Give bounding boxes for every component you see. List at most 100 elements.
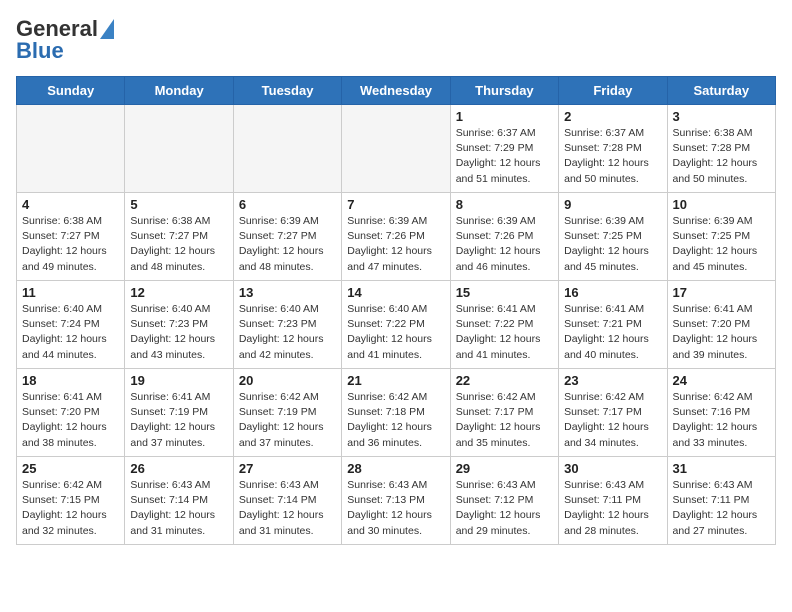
calendar-table: SundayMondayTuesdayWednesdayThursdayFrid…	[16, 76, 776, 545]
day-info: Sunrise: 6:40 AMSunset: 7:23 PMDaylight:…	[130, 302, 227, 363]
day-cell: 7 Sunrise: 6:39 AMSunset: 7:26 PMDaylight…	[342, 193, 450, 281]
day-info: Sunrise: 6:43 AMSunset: 7:14 PMDaylight:…	[130, 478, 227, 539]
day-info: Sunrise: 6:39 AMSunset: 7:25 PMDaylight:…	[564, 214, 661, 275]
day-number: 23	[564, 373, 661, 388]
day-number: 19	[130, 373, 227, 388]
day-cell: 30 Sunrise: 6:43 AMSunset: 7:11 PMDayligh…	[559, 457, 667, 545]
col-header-wednesday: Wednesday	[342, 77, 450, 105]
day-number: 9	[564, 197, 661, 212]
col-header-monday: Monday	[125, 77, 233, 105]
day-cell: 11 Sunrise: 6:40 AMSunset: 7:24 PMDayligh…	[17, 281, 125, 369]
day-info: Sunrise: 6:41 AMSunset: 7:21 PMDaylight:…	[564, 302, 661, 363]
day-number: 28	[347, 461, 444, 476]
day-info: Sunrise: 6:40 AMSunset: 7:22 PMDaylight:…	[347, 302, 444, 363]
day-info: Sunrise: 6:41 AMSunset: 7:20 PMDaylight:…	[673, 302, 770, 363]
day-cell: 14 Sunrise: 6:40 AMSunset: 7:22 PMDayligh…	[342, 281, 450, 369]
day-info: Sunrise: 6:41 AMSunset: 7:20 PMDaylight:…	[22, 390, 119, 451]
day-info: Sunrise: 6:37 AMSunset: 7:29 PMDaylight:…	[456, 126, 553, 187]
col-header-thursday: Thursday	[450, 77, 558, 105]
day-info: Sunrise: 6:38 AMSunset: 7:27 PMDaylight:…	[130, 214, 227, 275]
day-cell: 21 Sunrise: 6:42 AMSunset: 7:18 PMDayligh…	[342, 369, 450, 457]
day-number: 4	[22, 197, 119, 212]
day-number: 30	[564, 461, 661, 476]
day-cell: 24 Sunrise: 6:42 AMSunset: 7:16 PMDayligh…	[667, 369, 775, 457]
day-number: 16	[564, 285, 661, 300]
day-number: 17	[673, 285, 770, 300]
day-number: 6	[239, 197, 336, 212]
day-number: 13	[239, 285, 336, 300]
day-cell: 10Sunrise: 6:39 AMSunset: 7:25 PMDayligh…	[667, 193, 775, 281]
day-info: Sunrise: 6:37 AMSunset: 7:28 PMDaylight:…	[564, 126, 661, 187]
day-cell: 29Sunrise: 6:43 AMSunset: 7:12 PMDayligh…	[450, 457, 558, 545]
day-info: Sunrise: 6:39 AMSunset: 7:26 PMDaylight:…	[347, 214, 444, 275]
day-info: Sunrise: 6:38 AMSunset: 7:28 PMDaylight:…	[673, 126, 770, 187]
day-cell: 28 Sunrise: 6:43 AMSunset: 7:13 PMDayligh…	[342, 457, 450, 545]
day-info: Sunrise: 6:43 AMSunset: 7:14 PMDaylight:…	[239, 478, 336, 539]
day-cell: 18 Sunrise: 6:41 AMSunset: 7:20 PMDayligh…	[17, 369, 125, 457]
day-cell: 15Sunrise: 6:41 AMSunset: 7:22 PMDayligh…	[450, 281, 558, 369]
day-cell	[17, 105, 125, 193]
day-number: 2	[564, 109, 661, 124]
day-number: 20	[239, 373, 336, 388]
day-cell: 2 Sunrise: 6:37 AMSunset: 7:28 PMDaylight…	[559, 105, 667, 193]
day-number: 11	[22, 285, 119, 300]
day-cell: 4 Sunrise: 6:38 AMSunset: 7:27 PMDaylight…	[17, 193, 125, 281]
day-info: Sunrise: 6:43 AMSunset: 7:11 PMDaylight:…	[673, 478, 770, 539]
col-header-tuesday: Tuesday	[233, 77, 341, 105]
col-header-saturday: Saturday	[667, 77, 775, 105]
day-number: 8	[456, 197, 553, 212]
week-row-3: 11 Sunrise: 6:40 AMSunset: 7:24 PMDayligh…	[17, 281, 776, 369]
day-number: 22	[456, 373, 553, 388]
day-number: 26	[130, 461, 227, 476]
day-number: 25	[22, 461, 119, 476]
day-cell: 6 Sunrise: 6:39 AMSunset: 7:27 PMDaylight…	[233, 193, 341, 281]
day-number: 7	[347, 197, 444, 212]
logo-blue: Blue	[16, 38, 64, 64]
day-info: Sunrise: 6:39 AMSunset: 7:27 PMDaylight:…	[239, 214, 336, 275]
day-info: Sunrise: 6:42 AMSunset: 7:17 PMDaylight:…	[564, 390, 661, 451]
day-info: Sunrise: 6:43 AMSunset: 7:11 PMDaylight:…	[564, 478, 661, 539]
day-cell: 5 Sunrise: 6:38 AMSunset: 7:27 PMDaylight…	[125, 193, 233, 281]
day-cell: 19 Sunrise: 6:41 AMSunset: 7:19 PMDayligh…	[125, 369, 233, 457]
day-info: Sunrise: 6:43 AMSunset: 7:13 PMDaylight:…	[347, 478, 444, 539]
day-cell: 13 Sunrise: 6:40 AMSunset: 7:23 PMDayligh…	[233, 281, 341, 369]
day-cell: 26 Sunrise: 6:43 AMSunset: 7:14 PMDayligh…	[125, 457, 233, 545]
day-cell: 12Sunrise: 6:40 AMSunset: 7:23 PMDayligh…	[125, 281, 233, 369]
day-number: 3	[673, 109, 770, 124]
day-info: Sunrise: 6:39 AMSunset: 7:26 PMDaylight:…	[456, 214, 553, 275]
day-cell: 17 Sunrise: 6:41 AMSunset: 7:20 PMDayligh…	[667, 281, 775, 369]
day-info: Sunrise: 6:40 AMSunset: 7:24 PMDaylight:…	[22, 302, 119, 363]
day-info: Sunrise: 6:41 AMSunset: 7:19 PMDaylight:…	[130, 390, 227, 451]
day-number: 10	[673, 197, 770, 212]
day-cell: 31 Sunrise: 6:43 AMSunset: 7:11 PMDayligh…	[667, 457, 775, 545]
day-cell: 9 Sunrise: 6:39 AMSunset: 7:25 PMDaylight…	[559, 193, 667, 281]
day-number: 14	[347, 285, 444, 300]
week-row-5: 25 Sunrise: 6:42 AMSunset: 7:15 PMDayligh…	[17, 457, 776, 545]
week-row-4: 18 Sunrise: 6:41 AMSunset: 7:20 PMDayligh…	[17, 369, 776, 457]
day-info: Sunrise: 6:42 AMSunset: 7:16 PMDaylight:…	[673, 390, 770, 451]
logo: General Blue	[16, 16, 114, 64]
day-cell: 23 Sunrise: 6:42 AMSunset: 7:17 PMDayligh…	[559, 369, 667, 457]
day-info: Sunrise: 6:40 AMSunset: 7:23 PMDaylight:…	[239, 302, 336, 363]
day-cell: 1 Sunrise: 6:37 AMSunset: 7:29 PMDaylight…	[450, 105, 558, 193]
header: General Blue	[16, 16, 776, 64]
day-cell: 27Sunrise: 6:43 AMSunset: 7:14 PMDayligh…	[233, 457, 341, 545]
week-row-2: 4 Sunrise: 6:38 AMSunset: 7:27 PMDaylight…	[17, 193, 776, 281]
day-info: Sunrise: 6:42 AMSunset: 7:15 PMDaylight:…	[22, 478, 119, 539]
day-number: 21	[347, 373, 444, 388]
day-number: 1	[456, 109, 553, 124]
day-cell: 20Sunrise: 6:42 AMSunset: 7:19 PMDayligh…	[233, 369, 341, 457]
day-number: 24	[673, 373, 770, 388]
day-cell: 22 Sunrise: 6:42 AMSunset: 7:17 PMDayligh…	[450, 369, 558, 457]
day-info: Sunrise: 6:38 AMSunset: 7:27 PMDaylight:…	[22, 214, 119, 275]
day-info: Sunrise: 6:42 AMSunset: 7:17 PMDaylight:…	[456, 390, 553, 451]
day-cell: 16 Sunrise: 6:41 AMSunset: 7:21 PMDayligh…	[559, 281, 667, 369]
day-number: 5	[130, 197, 227, 212]
day-cell	[125, 105, 233, 193]
day-number: 31	[673, 461, 770, 476]
day-cell	[233, 105, 341, 193]
calendar-header-row: SundayMondayTuesdayWednesdayThursdayFrid…	[17, 77, 776, 105]
day-number: 18	[22, 373, 119, 388]
week-row-1: 1 Sunrise: 6:37 AMSunset: 7:29 PMDaylight…	[17, 105, 776, 193]
day-info: Sunrise: 6:42 AMSunset: 7:18 PMDaylight:…	[347, 390, 444, 451]
